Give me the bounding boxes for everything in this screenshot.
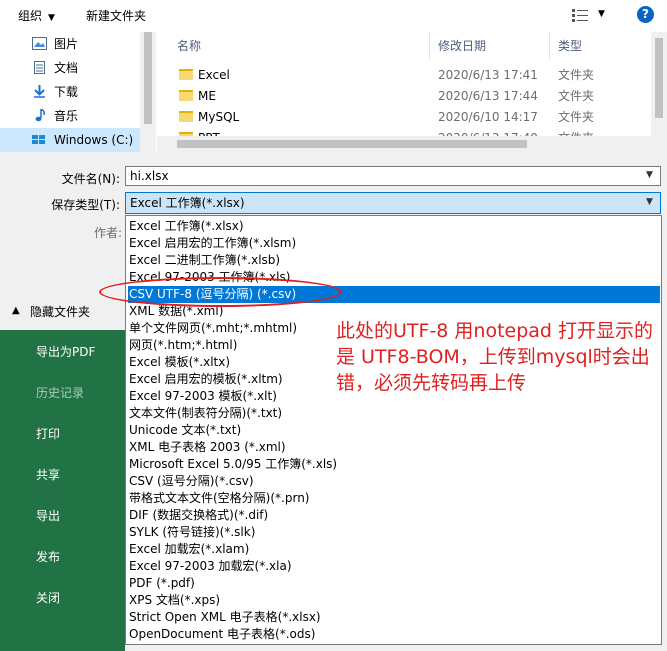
chevron-up-icon: ▲ [12, 305, 20, 316]
file-type: 文件夹 [558, 89, 595, 103]
nav-item-label: Windows (C:) [54, 133, 134, 147]
background-strip [662, 215, 667, 651]
file-list-hscrollbar[interactable] [157, 136, 651, 152]
sidebar-item-export-pdf[interactable]: 导出为PDF [36, 343, 95, 360]
file-type: 文件夹 [558, 68, 595, 82]
folder-icon [179, 69, 193, 80]
drive-icon [32, 135, 45, 144]
savetype-option[interactable]: Microsoft Excel 5.0/95 工作簿(*.xls) [128, 456, 660, 473]
savetype-select[interactable]: Excel 工作簿(*.xlsx) [125, 192, 661, 214]
nav-item-label: 下载 [54, 85, 79, 99]
savetype-option[interactable]: Unicode 文本(*.txt) [128, 422, 660, 439]
nav-item-label: 图片 [54, 37, 79, 51]
file-type: 文件夹 [558, 110, 595, 124]
nav-item-label: 音乐 [54, 109, 79, 123]
savetype-option[interactable]: Excel 工作簿(*.xlsx) [128, 218, 660, 235]
file-date: 2020/6/13 17:44 [438, 89, 538, 103]
navigation-pane: 图片 文档 下载 音乐 Windows (C:) [0, 32, 140, 152]
author-label: 作者: [93, 226, 122, 240]
downloads-icon [34, 85, 45, 98]
new-folder-button[interactable]: 新建文件夹 [86, 0, 146, 32]
sidebar-item-history[interactable]: 历史记录 [36, 384, 84, 401]
help-icon[interactable]: ? [637, 6, 654, 23]
filename-input[interactable]: hi.xlsx [125, 166, 661, 186]
savetype-option[interactable]: OpenDocument 电子表格(*.ods) [128, 626, 660, 643]
column-separator[interactable] [549, 32, 550, 60]
nav-item-documents[interactable]: 文档 [0, 56, 140, 80]
sidebar-item-export[interactable]: 导出 [36, 507, 60, 524]
pictures-icon [32, 37, 47, 50]
filename-label: 文件名(N): [61, 172, 120, 186]
file-row[interactable]: ME 2020/6/13 17:44 文件夹 [157, 86, 651, 107]
folder-icon [179, 90, 193, 101]
nav-item-windows-c[interactable]: Windows (C:) [0, 128, 140, 152]
savetype-option[interactable]: Excel 二进制工作簿(*.xlsb) [128, 252, 660, 269]
savetype-option[interactable]: Strict Open XML 电子表格(*.xlsx) [128, 609, 660, 626]
sidebar-item-share[interactable]: 共享 [36, 466, 60, 483]
savetype-label: 保存类型(T): [51, 198, 120, 212]
savetype-option[interactable]: PDF (*.pdf) [128, 575, 660, 592]
savetype-option[interactable]: SYLK (符号链接)(*.slk) [128, 524, 660, 541]
organize-button[interactable]: 组织 ▼ [18, 0, 55, 32]
file-list: 名称 修改日期 类型 Excel 2020/6/13 17:41 文件夹 ME … [157, 32, 651, 152]
sidebar-item-publish[interactable]: 发布 [36, 548, 60, 565]
savetype-option[interactable]: CSV (逗号分隔)(*.csv) [128, 473, 660, 490]
column-header-date[interactable]: 修改日期 [438, 32, 486, 60]
savetype-option[interactable]: Excel 加载宏(*.xlam) [128, 541, 660, 558]
nav-scrollbar[interactable] [140, 32, 156, 152]
sidebar-item-print[interactable]: 打印 [36, 425, 60, 442]
savetype-option[interactable]: DIF (数据交换格式)(*.dif) [128, 507, 660, 524]
savetype-option[interactable]: XML 电子表格 2003 (*.xml) [128, 439, 660, 456]
file-row[interactable]: Excel 2020/6/13 17:41 文件夹 [157, 65, 651, 86]
music-icon [35, 109, 45, 122]
view-dropdown-icon[interactable]: ▼ [598, 9, 605, 19]
file-name: MySQL [198, 110, 240, 124]
file-row[interactable]: MySQL 2020/6/10 14:17 文件夹 [157, 107, 651, 128]
backstage-panel [0, 330, 125, 651]
nav-item-pictures[interactable]: 图片 [0, 32, 140, 56]
savetype-dropdown-icon[interactable]: ▼ [646, 197, 653, 207]
savetype-option[interactable]: XPS 文档(*.xps) [128, 592, 660, 609]
view-options-icon[interactable] [572, 8, 588, 22]
nav-scroll-thumb[interactable] [144, 32, 152, 124]
column-header-type[interactable]: 类型 [558, 32, 582, 60]
savetype-option[interactable]: Excel 97-2003 加载宏(*.xla) [128, 558, 660, 575]
filename-dropdown-icon[interactable]: ▼ [646, 170, 653, 180]
savetype-option[interactable]: 文本文件(制表符分隔)(*.txt) [128, 405, 660, 422]
organize-label: 组织 [18, 9, 43, 23]
file-date: 2020/6/13 17:41 [438, 68, 538, 82]
file-name: ME [198, 89, 216, 103]
nav-item-music[interactable]: 音乐 [0, 104, 140, 128]
hide-folders-button[interactable]: ▲ 隐藏文件夹 [0, 296, 125, 328]
nav-item-downloads[interactable]: 下载 [0, 80, 140, 104]
file-list-hscroll-thumb[interactable] [177, 140, 527, 148]
file-date: 2020/6/10 14:17 [438, 110, 538, 124]
savetype-option[interactable]: 带格式文本文件(空格分隔)(*.prn) [128, 490, 660, 507]
sidebar-item-close[interactable]: 关闭 [36, 589, 60, 606]
column-header-name[interactable]: 名称 [177, 32, 201, 60]
file-list-vscroll-thumb[interactable] [655, 38, 663, 118]
folder-icon [179, 111, 193, 122]
savetype-option[interactable]: Excel 启用宏的工作簿(*.xlsm) [128, 235, 660, 252]
nav-item-label: 文档 [54, 61, 79, 75]
file-list-vscrollbar[interactable] [651, 32, 667, 152]
documents-icon [34, 61, 45, 74]
column-separator[interactable] [429, 32, 430, 60]
hide-folders-label: 隐藏文件夹 [30, 305, 91, 319]
annotation-text: 此处的UTF-8 用notepad 打开显示的是 UTF8-BOM，上传到mys… [336, 320, 654, 394]
toolbar: 组织 ▼ 新建文件夹 ▼ ? [0, 0, 667, 32]
annotation-oval [99, 277, 342, 307]
file-name: Excel [198, 68, 230, 82]
chevron-down-icon: ▼ [48, 13, 55, 23]
